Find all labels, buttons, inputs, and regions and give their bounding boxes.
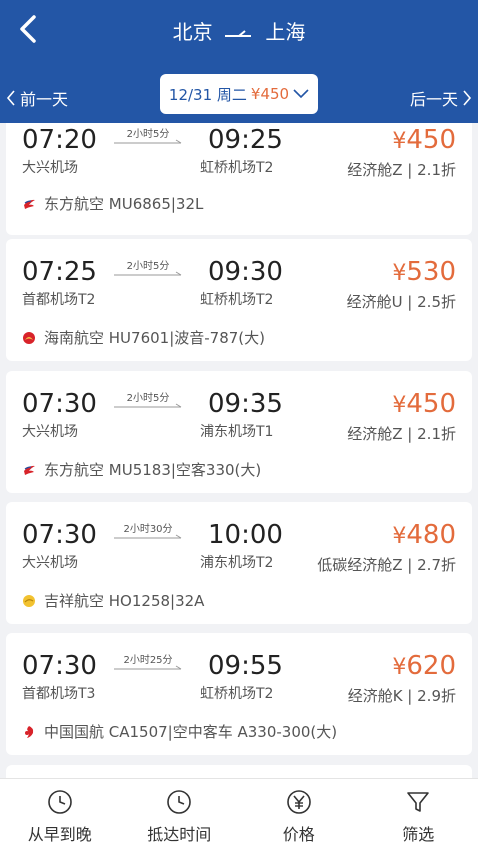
air-china-logo-icon [25,725,34,738]
chevron-down-icon [293,89,309,99]
airline-flight-number: 吉祥航空 HO1258|32A [44,592,205,610]
chevron-right-icon [463,90,472,106]
cabin-class: 经济舱Z | 2.1折 [347,425,456,443]
cabin-class: 经济舱U | 2.5折 [346,293,456,311]
duration-arrow-icon [114,403,182,408]
filter-tab[interactable]: 筛选 [359,779,478,850]
previous-day-button[interactable]: 前一天 [6,86,68,110]
sort-earliest-tab[interactable]: 从早到晚 [0,779,120,850]
airline-info: 东方航空 MU6865|32L [22,193,203,214]
previous-day-label: 前一天 [20,90,69,109]
departure-time: 07:25 [22,257,97,287]
flight-card[interactable]: 07:30 首都机场T3 2小时25分 09:55 虹桥机场T2 ¥620 经济… [6,633,472,755]
arrival-time: 10:00 [208,520,283,550]
next-day-button[interactable]: 后一天 [410,86,472,110]
arrival-airport: 虹桥机场T2 [200,292,274,308]
price-value: 450 [406,125,456,155]
duration-arrow-icon [114,665,182,670]
duration-arrow-icon [114,534,182,539]
china-eastern-logo-icon [24,199,35,209]
price-value: 480 [406,520,456,550]
chevron-left-icon [6,90,15,106]
airline-info: 中国国航 CA1507|空中客车 A330-300(大) [22,721,337,742]
airline-info: 东方航空 MU5183|空客330(大) [22,459,261,480]
arrival-airport: 虹桥机场T2 [200,686,274,702]
price-value: 530 [406,257,456,287]
bottom-toolbar: 从早到晚 抵达时间 价格 筛选 [0,778,478,850]
airline-flight-number: 东方航空 MU6865|32L [44,195,204,213]
airline-info: 海南航空 HU7601|波音-787(大) [22,327,265,348]
flight-card[interactable]: 07:30 大兴机场 2小时5分 09:35 浦东机场T1 ¥450 经济舱Z … [6,371,472,493]
airline-flight-number: 海南航空 HU7601|波音-787(大) [44,329,266,347]
currency-symbol: ¥ [392,524,407,549]
arrival-time: 09:25 [208,125,283,155]
flight-price: ¥620 [392,651,456,681]
yen-icon [286,790,311,814]
airline-info: 吉祥航空 HO1258|32A [22,590,204,611]
sort-price-tab[interactable]: 价格 [239,779,359,850]
date-lowest-price: ¥450 [250,85,290,103]
route-title: 北京 上海 [0,16,478,45]
departure-airport: 大兴机场 [22,424,78,440]
price-value: 620 [406,651,456,681]
arrival-time: 09:30 [208,257,283,287]
flight-price: ¥450 [392,125,456,155]
flight-price: ¥530 [392,257,456,287]
cabin-class: 经济舱K | 2.9折 [347,687,456,705]
departure-time: 07:30 [22,651,97,681]
date-selector[interactable]: 12/31 周二 ¥450 [160,74,318,114]
next-day-label: 后一天 [409,90,458,109]
clock-icon [167,790,192,814]
currency-symbol: ¥ [392,129,407,154]
tab-label: 从早到晚 [27,825,92,844]
flight-card[interactable]: 07:20 大兴机场 2小时5分 09:25 虹桥机场T2 ¥450 经济舱Z … [6,123,472,235]
juneyao-logo-icon [23,594,35,607]
price-value: 450 [406,389,456,419]
hainan-airlines-logo-icon [23,331,35,344]
header-bar: 北京 上海 前一天 12/31 周二 ¥450 后一天 [0,0,478,123]
route-arrow-icon [225,29,251,37]
cabin-class: 经济舱Z | 2.1折 [347,161,456,179]
arrival-airport: 虹桥机场T2 [200,160,274,176]
flight-card[interactable]: 07:25 首都机场T2 2小时5分 09:30 虹桥机场T2 ¥530 经济舱… [6,239,472,361]
clock-icon [47,790,72,814]
departure-time: 07:30 [22,389,97,419]
departure-time: 07:20 [22,125,97,155]
departure-airport: 首都机场T2 [22,292,96,308]
duration-arrow-icon [114,271,182,276]
departure-airport: 大兴机场 [22,160,78,176]
airline-flight-number: 中国国航 CA1507|空中客车 A330-300(大) [44,723,338,741]
flight-price: ¥450 [392,389,456,419]
sort-arrival-tab[interactable]: 抵达时间 [120,779,240,850]
arrival-time: 09:35 [208,389,283,419]
tab-label: 价格 [282,825,315,844]
airline-flight-number: 东方航空 MU5183|空客330(大) [44,461,262,479]
tab-label: 抵达时间 [147,825,212,844]
filter-icon [407,792,430,812]
departure-time: 07:30 [22,520,97,550]
arrival-airport: 浦东机场T2 [200,555,274,571]
flight-list: 07:20 大兴机场 2小时5分 09:25 虹桥机场T2 ¥450 经济舱Z … [0,123,478,778]
flight-price: ¥480 [392,520,456,550]
departure-airport: 首都机场T3 [22,686,96,702]
currency-symbol: ¥ [392,261,407,286]
currency-symbol: ¥ [392,393,407,418]
cabin-class: 低碳经济舱Z | 2.7折 [317,556,456,574]
arrival-airport: 浦东机场T1 [200,424,274,440]
destination-city: 上海 [265,20,306,44]
flight-card[interactable] [6,765,472,778]
tab-label: 筛选 [402,825,435,844]
duration-arrow-icon [114,139,182,144]
china-eastern-logo-icon [24,465,35,475]
origin-city: 北京 [172,20,213,44]
currency-symbol: ¥ [392,655,407,680]
arrival-time: 09:55 [208,651,283,681]
departure-airport: 大兴机场 [22,555,78,571]
selected-date: 12/31 周二 [168,85,247,104]
flight-card[interactable]: 07:30 大兴机场 2小时30分 10:00 浦东机场T2 ¥480 低碳经济… [6,502,472,624]
